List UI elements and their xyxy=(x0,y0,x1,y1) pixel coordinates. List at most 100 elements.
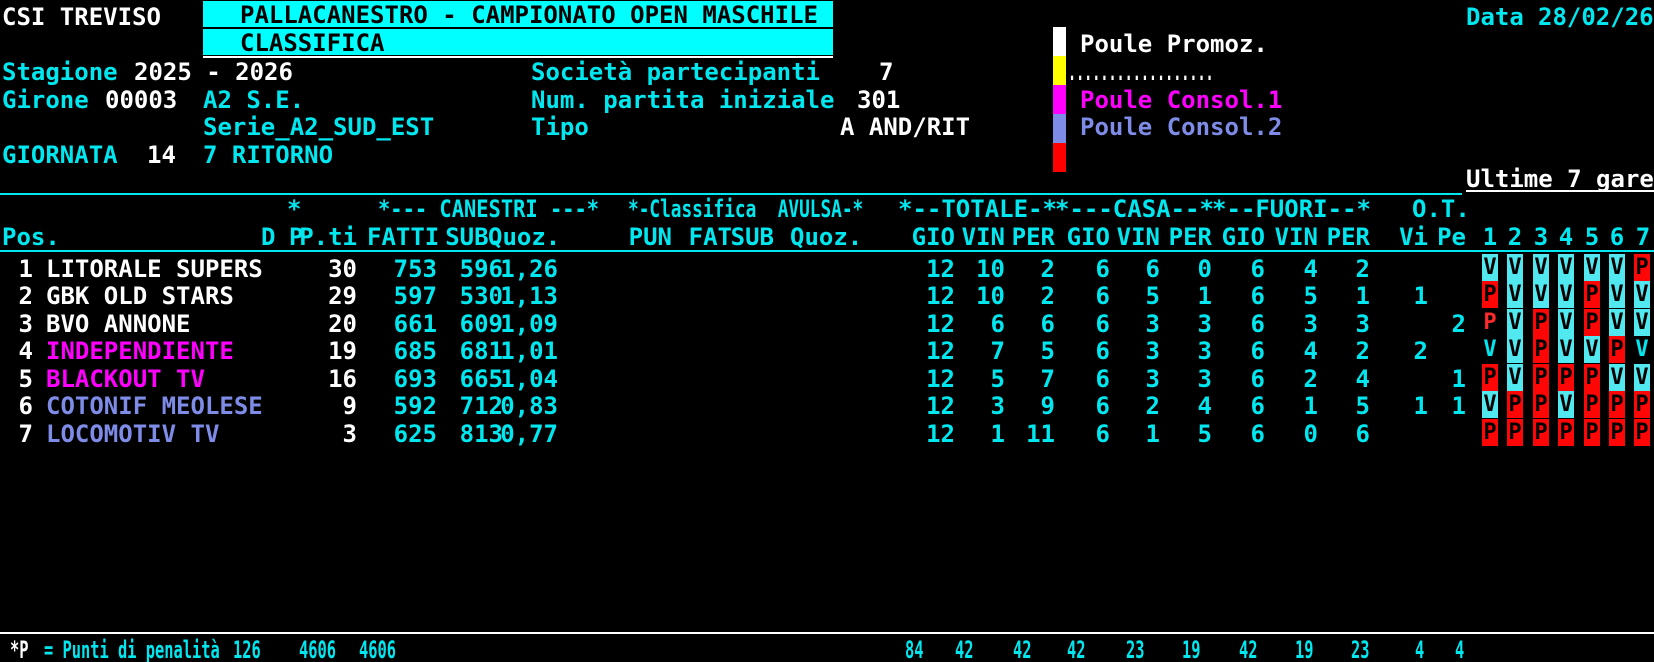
legend-swatch-promoz xyxy=(1053,27,1066,56)
lost-away: 3 xyxy=(1300,311,1370,338)
terminal-screen: CSI TREVISO PALLACANESTRO - CAMPIONATO O… xyxy=(0,0,1654,662)
game-result-cell: V xyxy=(1533,254,1549,281)
team-name: BLACKOUT TV xyxy=(46,366,205,393)
table-row: 7 LOCOMOTIV TV 3 625 813 0,77 12 1 11 6 … xyxy=(0,421,1654,448)
giornata-desc: 7 RITORNO xyxy=(203,142,333,169)
position-number: 5 xyxy=(0,366,33,393)
col-header-pos: Pos. xyxy=(2,224,60,251)
col-header-game-1: 1 xyxy=(1482,224,1498,251)
game-result-cell: V xyxy=(1507,364,1523,391)
separator-footer xyxy=(0,632,1654,634)
col-header-game-3: 3 xyxy=(1533,224,1549,251)
position-number: 4 xyxy=(0,338,33,365)
position-number: 1 xyxy=(0,256,33,283)
game-result-cell: V xyxy=(1507,336,1523,363)
points-value: 30 xyxy=(287,256,357,283)
game-result-cell: P xyxy=(1558,419,1574,446)
lost-away: 6 xyxy=(1300,421,1370,448)
giornata-value: 14 xyxy=(147,142,176,169)
penalty-note-text: = Punti di penalità xyxy=(44,637,220,662)
game-result-cell: P xyxy=(1482,364,1498,391)
scored-value: 597 xyxy=(367,283,437,310)
giornata-label: GIORNATA xyxy=(2,142,118,169)
group-header-avulsa: *-Classifica AVULSA-* xyxy=(628,196,863,223)
girone-value: 00003 xyxy=(105,87,177,114)
game-result-cell: P xyxy=(1558,364,1574,391)
total-vin-casa: 23 xyxy=(1126,637,1145,662)
girone-label: Girone xyxy=(2,87,89,114)
scored-value: 693 xyxy=(367,366,437,393)
lost-away: 4 xyxy=(1300,366,1370,393)
total-vi: 4 xyxy=(1415,637,1424,662)
penalty-note-star: *P xyxy=(10,637,29,662)
legend-color-bar xyxy=(1053,27,1066,172)
total-pe: 4 xyxy=(1455,637,1464,662)
overtime-losses: 1 xyxy=(1396,366,1466,393)
quotient-value: 1,09 xyxy=(488,311,558,338)
game-result-cell: V xyxy=(1634,309,1650,336)
game-result-cell: P xyxy=(1609,391,1625,418)
position-number: 2 xyxy=(0,283,33,310)
societa-label: Società partecipanti xyxy=(531,59,820,86)
legend-swatch-consol1 xyxy=(1053,85,1066,114)
game-result-cell: P xyxy=(1482,281,1498,308)
last7-underline xyxy=(1466,190,1654,192)
legend-swatch-red xyxy=(1053,143,1066,172)
group-header-ot: O.T. xyxy=(1412,196,1470,223)
table-row: 1 LITORALE SUPERS 30 753 596 1,26 12 10 … xyxy=(0,256,1654,283)
table-row: 2 GBK OLD STARS 29 597 530 1,13 12 10 2 … xyxy=(0,283,1654,310)
game-result-cell: P xyxy=(1634,254,1650,281)
legend-divider-dots: .................. xyxy=(1068,59,1214,86)
legend-swatch-consol2 xyxy=(1053,114,1066,143)
points-value: 29 xyxy=(287,283,357,310)
page-subtitle: CLASSIFICA xyxy=(240,30,385,57)
total-pti: 126 xyxy=(233,637,261,662)
game-result-cell: P xyxy=(1634,391,1650,418)
game-result-cell: P xyxy=(1533,309,1549,336)
game-result-cell: V xyxy=(1634,281,1650,308)
stagione-label: Stagione xyxy=(2,59,118,86)
col-header-d: D xyxy=(261,224,275,251)
game-result-cell: P xyxy=(1584,309,1600,336)
game-result-cell: P xyxy=(1584,281,1600,308)
col-header-game-7: 7 xyxy=(1635,224,1651,251)
game-result-cell: P xyxy=(1634,419,1650,446)
game-result-cell: V xyxy=(1584,254,1600,281)
col-header-sub-avulsa: SUB xyxy=(704,224,774,251)
game-result-cell: V xyxy=(1609,281,1625,308)
col-header-game-5: 5 xyxy=(1584,224,1600,251)
game-result-cell: V xyxy=(1482,336,1498,363)
stagione-value: 2025 - 2026 xyxy=(134,59,293,86)
group-header-totale: *--TOTALE-* xyxy=(898,196,1057,223)
total-per-tot: 42 xyxy=(1013,637,1032,662)
game-result-cell: V xyxy=(1507,281,1523,308)
total-vin-tot: 42 xyxy=(955,637,974,662)
total-gio-casa: 42 xyxy=(1067,637,1086,662)
total-per-fuori: 23 xyxy=(1351,637,1370,662)
game-result-cell: P xyxy=(1482,309,1498,336)
total-gio-fuori: 42 xyxy=(1239,637,1258,662)
quotient-value: 1,26 xyxy=(488,256,558,283)
col-header-pti: P.ti xyxy=(287,224,357,251)
col-header-pe: Pe xyxy=(1396,224,1466,251)
scored-value: 625 xyxy=(367,421,437,448)
game-result-cell: V xyxy=(1558,336,1574,363)
game-result-cell: P xyxy=(1507,391,1523,418)
game-result-cell: P xyxy=(1507,419,1523,446)
date-label: Data xyxy=(1466,4,1524,31)
game-result-cell: P xyxy=(1533,419,1549,446)
scored-value: 685 xyxy=(367,338,437,365)
col-header-quoz-avulsa: Quoz. xyxy=(790,224,860,251)
points-value: 20 xyxy=(287,311,357,338)
team-name: GBK OLD STARS xyxy=(46,283,234,310)
partita-label: Num. partita iniziale xyxy=(531,87,834,114)
game-result-cell: P xyxy=(1533,391,1549,418)
col-header-game-6: 6 xyxy=(1609,224,1625,251)
game-result-cell: V xyxy=(1609,254,1625,281)
overtime-wins: 2 xyxy=(1358,338,1428,365)
game-result-cell: V xyxy=(1558,254,1574,281)
game-result-cell: V xyxy=(1609,309,1625,336)
partita-value: 301 xyxy=(857,87,900,114)
overtime-wins: 1 xyxy=(1358,283,1428,310)
scored-value: 661 xyxy=(367,311,437,338)
